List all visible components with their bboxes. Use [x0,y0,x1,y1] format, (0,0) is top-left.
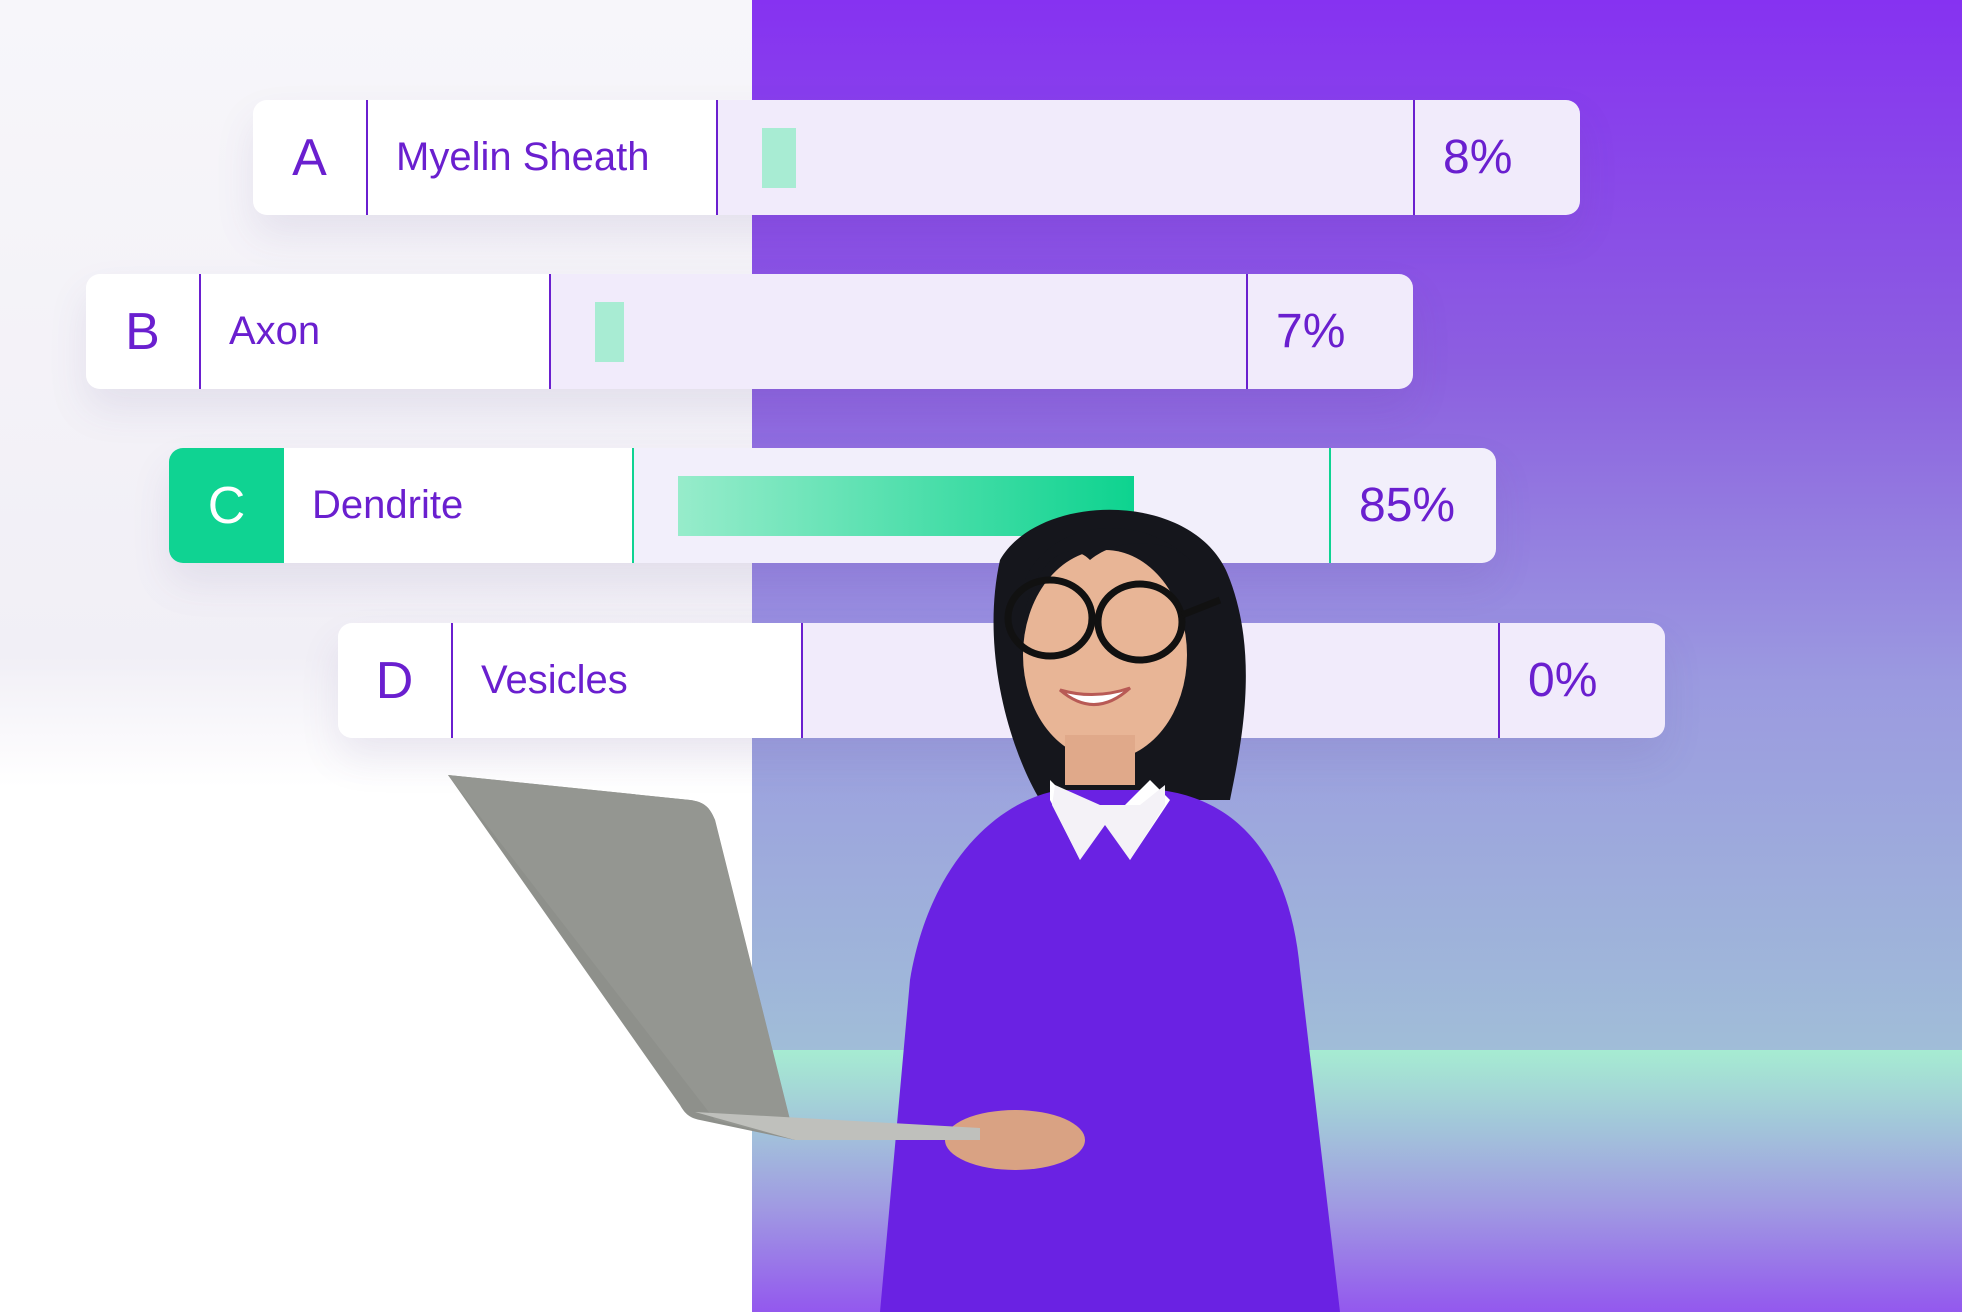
option-label: Myelin Sheath [368,100,718,215]
option-percent: 7% [1248,274,1413,389]
option-letter: C [169,448,284,563]
result-bar-fill [595,301,625,362]
result-bar-fill [762,127,796,188]
option-label: Axon [201,274,551,389]
option-percent: 8% [1415,100,1580,215]
option-percent: 0% [1500,623,1665,738]
option-letter: B [86,274,201,389]
option-letter: D [338,623,453,738]
person-with-laptop-illustration [448,509,1340,1312]
result-bar-track [551,274,1248,389]
result-bar-track [718,100,1415,215]
sweater [880,790,1340,1312]
answer-option-a[interactable]: A Myelin Sheath 8% [253,100,1580,215]
option-letter: A [253,100,368,215]
answer-option-b[interactable]: B Axon 7% [86,274,1413,389]
